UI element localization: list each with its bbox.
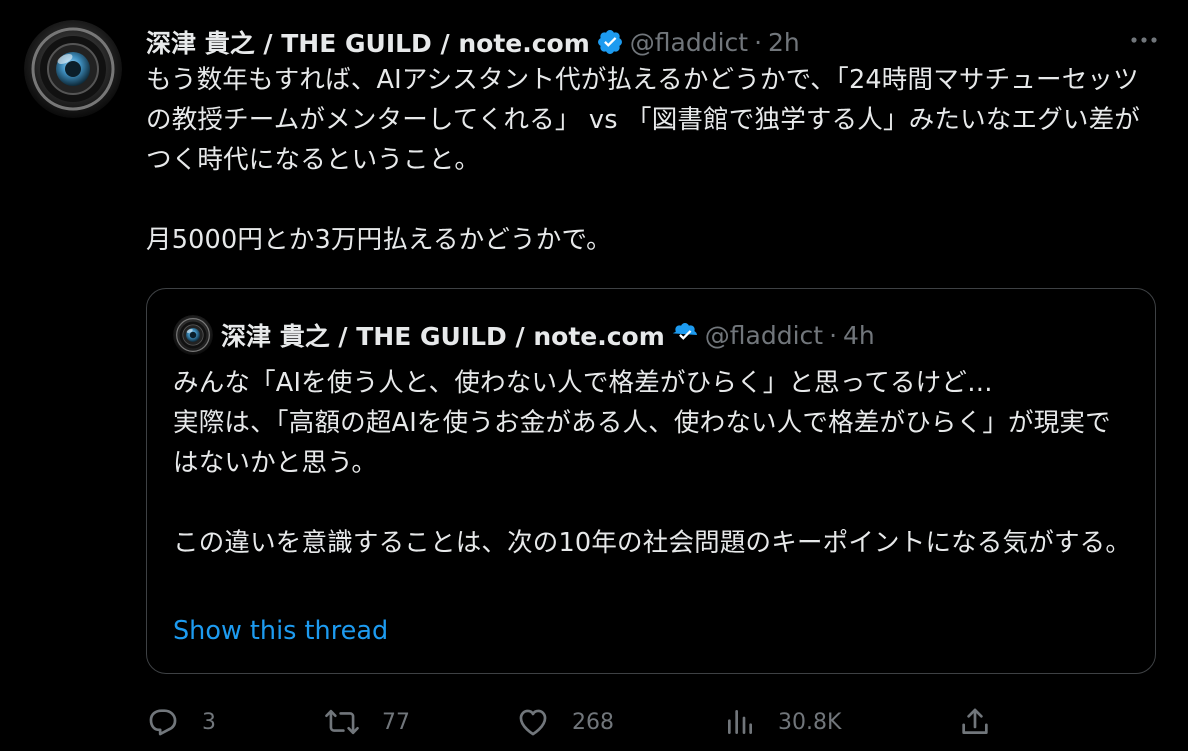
like-button[interactable]: 268 xyxy=(516,700,614,744)
separator-dot: · xyxy=(754,27,763,57)
views-count: 30.8K xyxy=(778,709,842,735)
quoted-author-handle: @fladdict xyxy=(704,320,824,350)
tweet-text: もう数年もすれば、AIアシスタント代が払えるかどうかで、「24時間マサチューセッ… xyxy=(146,65,1140,255)
quoted-author-avatar xyxy=(173,315,213,355)
retweet-button[interactable]: 77 xyxy=(324,700,410,744)
reply-icon xyxy=(146,705,180,739)
reply-count: 3 xyxy=(202,709,216,735)
more-options-icon[interactable] xyxy=(1128,28,1160,52)
quoted-tweet[interactable]: 深津 貴之 / THE GUILD / note.com @fladdict ·… xyxy=(146,288,1156,674)
quoted-tweet-header: 深津 貴之 / THE GUILD / note.com @fladdict ·… xyxy=(221,315,875,355)
quoted-author-name: 深津 貴之 / THE GUILD / note.com xyxy=(221,322,665,351)
show-thread-link[interactable]: Show this thread xyxy=(173,611,388,651)
tweet[interactable]: 深津 貴之 / THE GUILD / note.com @fladdict ·… xyxy=(0,0,1188,751)
like-count: 268 xyxy=(572,709,614,735)
retweet-icon xyxy=(324,705,360,739)
quoted-tweet-text: みんな「AIを使う人と、使わない人で格差がひらく」と思ってるけど… 実際は、「高… xyxy=(173,368,1132,558)
verified-badge-icon xyxy=(671,321,699,349)
verified-badge-icon xyxy=(596,28,624,56)
tweet-header: 深津 貴之 / THE GUILD / note.com @fladdict ·… xyxy=(146,20,1146,64)
camera-lens-avatar-icon xyxy=(24,20,122,118)
reply-button[interactable]: 3 xyxy=(146,700,216,744)
like-icon xyxy=(516,705,550,739)
action-bar: 3 77 268 30.8K xyxy=(146,700,1006,744)
tweet-timestamp[interactable]: 2h xyxy=(768,28,800,57)
share-button[interactable] xyxy=(958,700,992,744)
author-handle[interactable]: @fladdict xyxy=(630,28,748,57)
camera-lens-avatar-icon xyxy=(173,315,213,355)
retweet-count: 77 xyxy=(382,709,410,735)
author-avatar[interactable] xyxy=(24,20,122,118)
share-icon xyxy=(958,705,992,739)
author-name[interactable]: 深津 貴之 / THE GUILD / note.com xyxy=(146,24,590,60)
views-icon xyxy=(724,705,756,739)
quoted-tweet-timestamp: 4h xyxy=(843,320,875,350)
views-button[interactable]: 30.8K xyxy=(724,700,841,744)
separator-dot: · xyxy=(829,320,838,350)
